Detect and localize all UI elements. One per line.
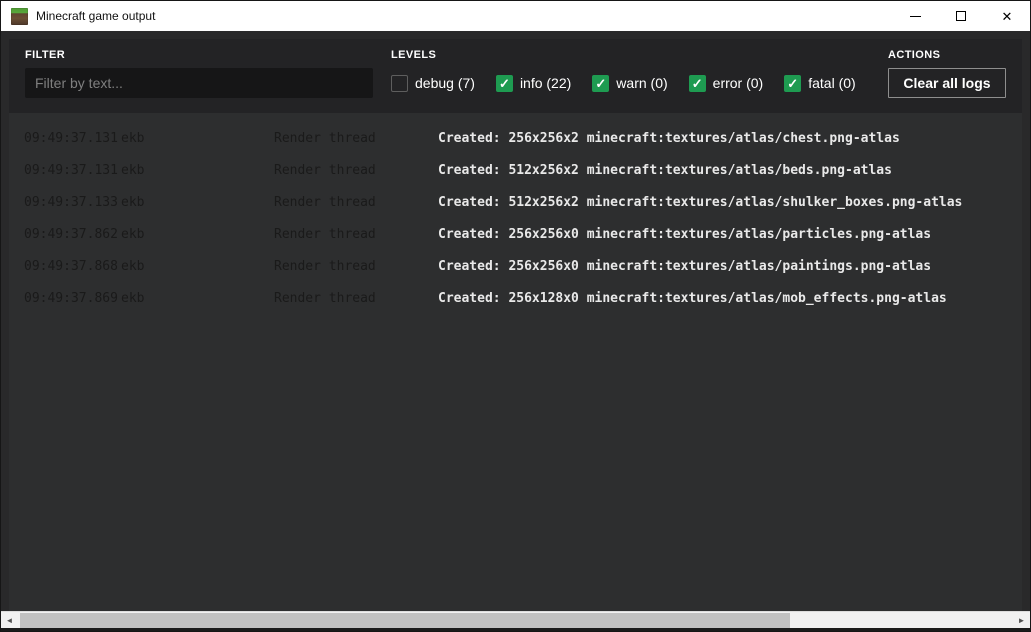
titlebar: Minecraft game output ✕ — [1, 1, 1030, 31]
log-timestamp: 09:49:37.869 — [24, 290, 118, 306]
log-logger: ekb — [121, 194, 145, 210]
scroll-left-button[interactable]: ◄ — [1, 612, 18, 628]
log-logger: ekb — [121, 130, 145, 146]
log-logger: ekb — [121, 258, 145, 274]
window-title: Minecraft game output — [36, 9, 156, 23]
log-thread: Render thread — [274, 290, 376, 306]
log-message: Created: 512x256x2 minecraft:textures/at… — [438, 162, 892, 178]
minimize-button[interactable] — [892, 1, 938, 31]
log-row[interactable]: 09:49:37.131 ekb Render thread Created: … — [9, 154, 1022, 186]
log-row[interactable]: 09:49:37.131 ekb Render thread Created: … — [9, 122, 1022, 154]
window-content: FILTER LEVELS debug (7) ✓ info (22) ✓ wa… — [1, 31, 1030, 631]
checkbox-info-checked-icon[interactable]: ✓ — [495, 74, 513, 92]
log-row[interactable]: 09:49:37.133 ekb Render thread Created: … — [9, 186, 1022, 218]
level-toggle-error[interactable]: ✓ error (0) — [688, 74, 764, 92]
log-timestamp: 09:49:37.131 — [24, 130, 118, 146]
level-label: error (0) — [712, 75, 764, 91]
minimize-icon — [909, 15, 921, 17]
level-label: info (22) — [519, 75, 572, 91]
window-controls: ✕ — [892, 1, 1030, 31]
level-label: fatal (0) — [808, 75, 856, 91]
log-logger: ekb — [121, 226, 145, 242]
log-thread: Render thread — [274, 226, 376, 242]
log-thread: Render thread — [274, 258, 376, 274]
log-thread: Render thread — [274, 162, 376, 178]
window-bottom-edge — [1, 628, 1030, 631]
checkbox-error-checked-icon[interactable]: ✓ — [688, 74, 706, 92]
log-message: Created: 256x256x2 minecraft:textures/at… — [438, 130, 900, 146]
log-timestamp: 09:49:37.133 — [24, 194, 118, 210]
maximize-icon — [956, 11, 966, 21]
checkbox-warn-checked-icon[interactable]: ✓ — [592, 74, 610, 92]
level-toggle-debug[interactable]: debug (7) — [391, 74, 475, 92]
log-row[interactable]: 09:49:37.862 ekb Render thread Created: … — [9, 218, 1022, 250]
log-list: 09:49:37.131 ekb Render thread Created: … — [9, 113, 1022, 611]
levels-row: debug (7) ✓ info (22) ✓ warn (0) ✓ error… — [391, 68, 888, 98]
log-message: Created: 256x256x0 minecraft:textures/at… — [438, 226, 932, 242]
horizontal-scrollbar[interactable]: ◄ ► — [1, 611, 1030, 628]
levels-section: LEVELS debug (7) ✓ info (22) ✓ warn (0) … — [391, 49, 888, 113]
log-message: Created: 256x256x0 minecraft:textures/at… — [438, 258, 932, 274]
checkbox-debug-unchecked-icon[interactable] — [391, 74, 408, 92]
log-logger: ekb — [121, 162, 145, 178]
maximize-button[interactable] — [938, 1, 984, 31]
close-button[interactable]: ✕ — [984, 1, 1030, 31]
filter-section: FILTER — [25, 49, 373, 113]
levels-label: LEVELS — [391, 49, 437, 61]
log-thread: Render thread — [274, 130, 376, 146]
log-logger: ekb — [121, 290, 145, 306]
log-message: Created: 256x128x0 minecraft:textures/at… — [438, 290, 947, 306]
actions-section: ACTIONS Clear all logs — [888, 49, 1006, 113]
minecraft-log-window: Minecraft game output ✕ FILTER LEVELS de… — [0, 0, 1031, 632]
log-timestamp: 09:49:37.868 — [24, 258, 118, 274]
clear-all-logs-button[interactable]: Clear all logs — [888, 68, 1006, 98]
log-row[interactable]: 09:49:37.868 ekb Render thread Created: … — [9, 250, 1022, 282]
log-row[interactable]: 09:49:37.869 ekb Render thread Created: … — [9, 282, 1022, 314]
checkbox-fatal-checked-icon[interactable]: ✓ — [784, 74, 802, 92]
log-thread: Render thread — [274, 194, 376, 210]
close-icon: ✕ — [1001, 8, 1013, 24]
level-toggle-info[interactable]: ✓ info (22) — [495, 74, 572, 92]
log-timestamp: 09:49:37.862 — [24, 226, 118, 242]
level-label: debug (7) — [415, 75, 475, 91]
filter-input[interactable] — [25, 68, 373, 98]
actions-label: ACTIONS — [888, 49, 941, 61]
level-toggle-warn[interactable]: ✓ warn (0) — [592, 74, 668, 92]
log-timestamp: 09:49:37.131 — [24, 162, 118, 178]
log-controls-panel: FILTER LEVELS debug (7) ✓ info (22) ✓ wa… — [9, 39, 1022, 113]
level-label: warn (0) — [616, 75, 668, 91]
filter-label: FILTER — [25, 49, 66, 61]
scroll-right-button[interactable]: ► — [1013, 612, 1030, 628]
level-toggle-fatal[interactable]: ✓ fatal (0) — [784, 74, 856, 92]
log-message: Created: 512x256x2 minecraft:textures/at… — [438, 194, 963, 210]
scrollbar-thumb[interactable] — [20, 613, 790, 628]
minecraft-grass-block-icon — [11, 7, 28, 25]
